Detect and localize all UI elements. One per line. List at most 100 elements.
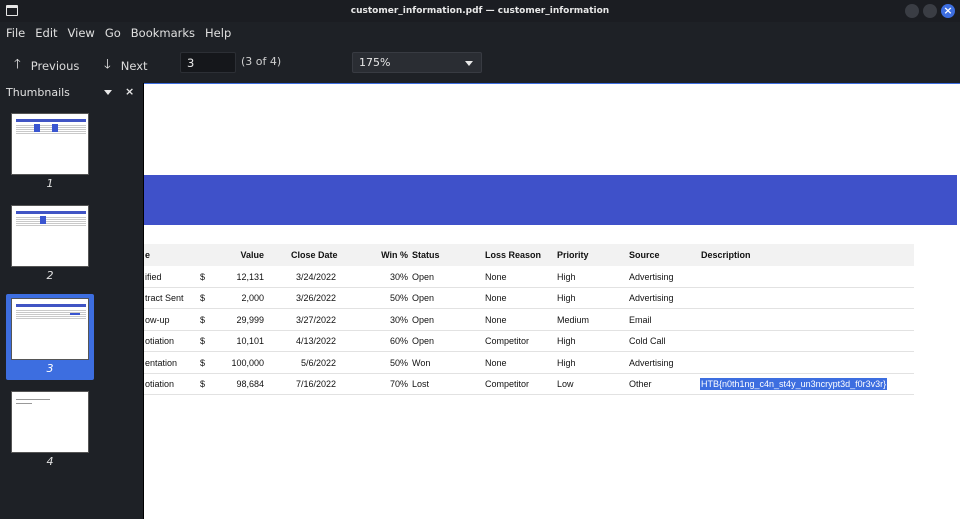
next-page-button[interactable]: 🡓 Next (104, 55, 148, 77)
cell-status: Open (412, 336, 435, 347)
cell-source: Email (629, 314, 652, 325)
cell-win-pct: 50% (389, 357, 408, 368)
cell-priority: Medium (557, 314, 590, 325)
cell-value: 12,131 (236, 272, 264, 282)
cell-close-date: 7/16/2022 (295, 379, 336, 389)
cell-loss-reason: None (485, 357, 507, 368)
menu-bar: File Edit View Go Bookmarks Help (0, 22, 960, 44)
header-loss-reason: Loss Reason (485, 250, 542, 260)
zoom-select[interactable]: 175% (352, 52, 482, 73)
maximize-button[interactable] (923, 4, 937, 18)
arrow-up-icon: 🡑 (14, 57, 21, 72)
cell-currency: $ (200, 379, 206, 389)
page-count: (3 of 4) (241, 55, 282, 68)
cell-source: Advertising (629, 293, 674, 304)
previous-page-button[interactable]: 🡑 Previous (14, 55, 79, 77)
cell-loss-reason: Competitor (485, 379, 530, 389)
sidebar-header: Thumbnails × (0, 82, 142, 102)
thumbnail-number: 3 (46, 362, 54, 375)
cell-source: Other (629, 379, 652, 389)
cell-priority: High (557, 357, 576, 368)
thumbnail-page-1[interactable]: 1 (6, 109, 94, 195)
cell-loss-reason: None (485, 293, 507, 304)
cell-status: Open (412, 272, 435, 282)
pdf-viewer-window: customer_information.pdf — customer_info… (0, 0, 960, 519)
menu-view[interactable]: View (68, 26, 95, 40)
page-number-input[interactable]: 3 (180, 52, 236, 73)
cell-close-date: 3/26/2022 (295, 293, 336, 304)
cell-source: Cold Call (629, 336, 666, 347)
sidebar-menu-chevron-icon[interactable] (104, 90, 112, 95)
previous-label: Previous (30, 59, 80, 73)
cell-source: Advertising (629, 357, 674, 368)
row-divider (144, 394, 914, 395)
zoom-value: 175% (359, 56, 391, 69)
menu-go[interactable]: Go (105, 26, 121, 40)
cell-currency: $ (200, 314, 206, 325)
cell-loss-reason: Competitor (485, 336, 530, 347)
thumbnail-page-4[interactable]: 4 (6, 387, 94, 473)
cell-win-pct: 30% (389, 314, 408, 325)
page-focus-line (144, 83, 960, 84)
window-title: customer_information.pdf — customer_info… (350, 6, 610, 16)
thumbnails-sidebar: Thumbnails × 1 2 3 4 (0, 82, 142, 519)
header-priority: Priority (557, 250, 589, 260)
close-window-button[interactable]: × (941, 4, 955, 18)
row-divider (144, 329, 914, 331)
cell-stage: ow-up (145, 314, 170, 325)
document-page-view[interactable]: e Value Close Date Win % Status Loss Rea… (143, 83, 960, 519)
cell-value: 100,000 (231, 357, 264, 368)
cell-priority: High (557, 272, 576, 282)
cell-stage: otiation (145, 336, 175, 347)
app-window-icon (6, 5, 18, 16)
header-band (144, 175, 958, 225)
cell-close-date: 5/6/2022 (300, 357, 336, 368)
arrow-down-icon: 🡓 (104, 57, 111, 72)
cell-currency: $ (200, 336, 206, 347)
cell-win-pct: 50% (389, 293, 408, 304)
thumbnail-page-2[interactable]: 2 (6, 201, 94, 287)
cell-currency: $ (200, 272, 206, 282)
cell-priority: Low (557, 379, 574, 389)
cell-loss-reason: None (485, 314, 507, 325)
cell-currency: $ (200, 293, 206, 304)
menu-edit[interactable]: Edit (35, 26, 57, 40)
row-divider (144, 351, 914, 353)
cell-status: Open (412, 293, 435, 304)
cell-value: 10,101 (236, 336, 264, 347)
header-description: Description (701, 250, 751, 260)
thumbnail-number: 2 (46, 269, 54, 282)
close-icon: × (943, 4, 953, 17)
page-thumbnail-image (11, 113, 89, 175)
table-header-row: e Value Close Date Win % Status Loss Rea… (144, 244, 914, 266)
cell-status: Lost (412, 379, 430, 389)
cell-status: Won (412, 357, 431, 368)
menu-help[interactable]: Help (205, 26, 231, 40)
cell-win-pct: 60% (389, 336, 408, 347)
thumbnail-page-3[interactable]: 3 (6, 294, 94, 380)
cell-close-date: 3/24/2022 (295, 272, 336, 282)
page-thumbnail-image (11, 298, 89, 360)
cell-currency: $ (200, 357, 206, 368)
cell-value: 2,000 (241, 293, 264, 304)
header-value: Value (240, 250, 264, 260)
header-close-date: Close Date (291, 250, 338, 260)
window-controls: × (905, 4, 955, 18)
cell-description-selected[interactable]: HTB{n0th1ng_c4n_st4y_un3ncrypt3d_f0r3v3r… (700, 378, 888, 390)
cell-close-date: 4/13/2022 (295, 336, 336, 347)
cell-close-date: 3/27/2022 (295, 314, 336, 325)
cell-win-pct: 30% (389, 272, 408, 282)
cell-stage: ified (145, 272, 162, 282)
next-label: Next (120, 59, 148, 73)
page-thumbnail-image (11, 205, 89, 267)
close-sidebar-icon[interactable]: × (125, 85, 134, 98)
cell-win-pct: 70% (389, 379, 408, 389)
row-divider (144, 308, 914, 310)
menu-bookmarks[interactable]: Bookmarks (131, 26, 195, 40)
cell-value: 98,684 (236, 379, 264, 389)
menu-file[interactable]: File (6, 26, 25, 40)
cell-stage: otiation (145, 379, 175, 389)
cell-stage: entation (145, 357, 178, 368)
minimize-button[interactable] (905, 4, 919, 18)
header-status: Status (412, 250, 440, 260)
